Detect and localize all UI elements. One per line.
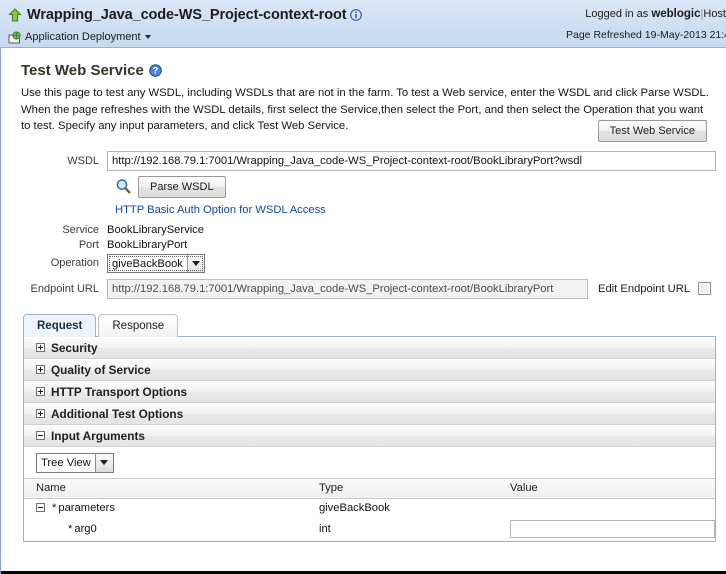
chevron-down-icon — [94, 453, 113, 472]
tabstrip: Request Response — [23, 313, 716, 337]
section-input-arguments[interactable]: Input Arguments — [24, 424, 715, 447]
banner-right-group: Logged in as weblogic|Host Page Refreshe… — [566, 5, 726, 41]
endpoint-url-row: Endpoint URL Edit Endpoint URL — [21, 278, 716, 299]
request-panel: Security Quality of Service HTTP Transpo… — [23, 335, 716, 542]
collapse-minus-icon — [36, 431, 45, 440]
main-content: Test Web Service ? Test Web Service Use … — [0, 48, 726, 574]
test-web-service-button[interactable]: Test Web Service — [597, 120, 707, 142]
column-header-name: Name — [24, 477, 307, 499]
service-value: BookLibraryService — [107, 223, 205, 236]
service-label: Service — [62, 223, 99, 236]
section-http-transport-options[interactable]: HTTP Transport Options — [24, 380, 715, 403]
help-question-icon[interactable]: ? — [149, 64, 162, 77]
application-deployment-icon — [8, 30, 21, 44]
edit-endpoint-url-checkbox[interactable] — [698, 282, 712, 295]
request-response-tabs: Request Response Security Quality of Ser… — [23, 313, 716, 542]
application-deployment-label: Application Deployment — [25, 31, 141, 43]
required-marker: * — [68, 522, 73, 535]
input-arguments-table: Name Type Value * parameters giveBackBoo… — [24, 477, 715, 541]
page-refreshed-text: Page Refreshed 19-May-2013 21:47:47 CE — [566, 29, 726, 41]
logged-in-prefix: Logged in as — [585, 8, 649, 20]
magnifier-icon[interactable] — [115, 178, 132, 195]
row-name-label: arg0 — [74, 522, 97, 535]
page-title: Wrapping_Java_code-WS_Project-context-ro… — [27, 6, 347, 23]
expand-plus-icon — [36, 409, 45, 418]
row-type-cell: int — [318, 522, 331, 535]
operation-selected-value: giveBackBook — [112, 257, 183, 270]
expand-plus-icon — [36, 343, 45, 352]
column-header-value: Value — [498, 477, 715, 499]
page-title-row: Wrapping_Java_code-WS_Project-context-ro… — [8, 4, 363, 25]
host-label: Host — [703, 8, 726, 20]
view-mode-select[interactable]: Tree View — [36, 452, 114, 473]
parse-wsdl-row: Parse WSDL — [115, 175, 716, 198]
section-heading-row: Test Web Service ? — [21, 62, 716, 79]
port-row: Port BookLibraryPort — [21, 239, 716, 251]
row-name-cell: * parameters — [24, 498, 307, 517]
logged-in-status: Logged in as weblogic|Host — [566, 5, 726, 23]
table-row: * parameters giveBackBook — [24, 498, 715, 517]
page-section-title: Test Web Service — [21, 62, 144, 79]
chevron-down-icon — [144, 35, 151, 39]
section-security-label: Security — [51, 340, 98, 355]
row-value-cell — [498, 517, 715, 541]
section-input-arguments-label: Input Arguments — [51, 428, 145, 443]
column-header-type: Type — [306, 477, 498, 499]
expand-plus-icon — [36, 365, 45, 374]
expand-plus-icon — [36, 387, 45, 396]
http-basic-auth-link[interactable]: HTTP Basic Auth Option for WSDL Access — [115, 204, 716, 216]
port-label: Port — [78, 238, 99, 251]
required-marker: * — [52, 501, 57, 514]
operation-label: Operation — [50, 257, 99, 269]
service-row: Service BookLibraryService — [21, 224, 716, 236]
svg-text:?: ? — [153, 66, 159, 76]
tab-request[interactable]: Request — [23, 313, 97, 337]
page-banner: Wrapping_Java_code-WS_Project-context-ro… — [0, 0, 726, 48]
parse-wsdl-button[interactable]: Parse WSDL — [138, 175, 226, 198]
section-security[interactable]: Security — [24, 336, 715, 359]
table-header-row: Name Type Value — [24, 477, 715, 499]
info-icon[interactable] — [350, 8, 363, 21]
row-value-cell — [498, 498, 715, 517]
arg0-value-input[interactable] — [510, 519, 715, 538]
tab-response[interactable]: Response — [98, 313, 179, 337]
section-additional-test-options-label: Additional Test Options — [51, 406, 184, 421]
section-quality-of-service-label: Quality of Service — [51, 362, 151, 377]
edit-endpoint-url-group: Edit Endpoint URL — [598, 282, 712, 295]
wsdl-label: WSDL — [67, 154, 99, 167]
port-value: BookLibraryPort — [107, 238, 188, 251]
section-additional-test-options[interactable]: Additional Test Options — [24, 402, 715, 425]
green-up-arrow-icon — [8, 7, 22, 22]
section-quality-of-service[interactable]: Quality of Service — [24, 358, 715, 381]
section-http-transport-options-label: HTTP Transport Options — [51, 384, 188, 399]
logged-in-user: weblogic — [651, 8, 701, 20]
row-name-cell: * arg0 — [24, 517, 307, 541]
chevron-down-icon — [186, 254, 204, 272]
view-mode-selected-value: Tree View — [41, 456, 91, 469]
wsdl-form: WSDL Parse WSDL HTTP Basic Auth Option f… — [21, 150, 716, 299]
edit-endpoint-url-label: Edit Endpoint URL — [598, 282, 691, 295]
row-type-cell: giveBackBook — [318, 501, 390, 514]
table-row: * arg0 int — [24, 517, 715, 541]
input-arguments-body: Tree View Name Type Value * parameters g… — [24, 446, 715, 541]
endpoint-url-label: Endpoint URL — [30, 282, 100, 295]
wsdl-input[interactable] — [107, 150, 716, 171]
wsdl-row: WSDL — [21, 150, 716, 171]
application-deployment-menu[interactable]: Application Deployment — [8, 27, 362, 47]
collapse-minus-icon[interactable] — [36, 503, 45, 512]
endpoint-url-input[interactable] — [107, 278, 588, 299]
operation-select[interactable]: giveBackBook — [107, 253, 205, 273]
banner-left-group: Wrapping_Java_code-WS_Project-context-ro… — [8, 4, 363, 47]
row-name-label: parameters — [58, 501, 115, 514]
operation-row: Operation giveBackBook — [21, 253, 716, 273]
